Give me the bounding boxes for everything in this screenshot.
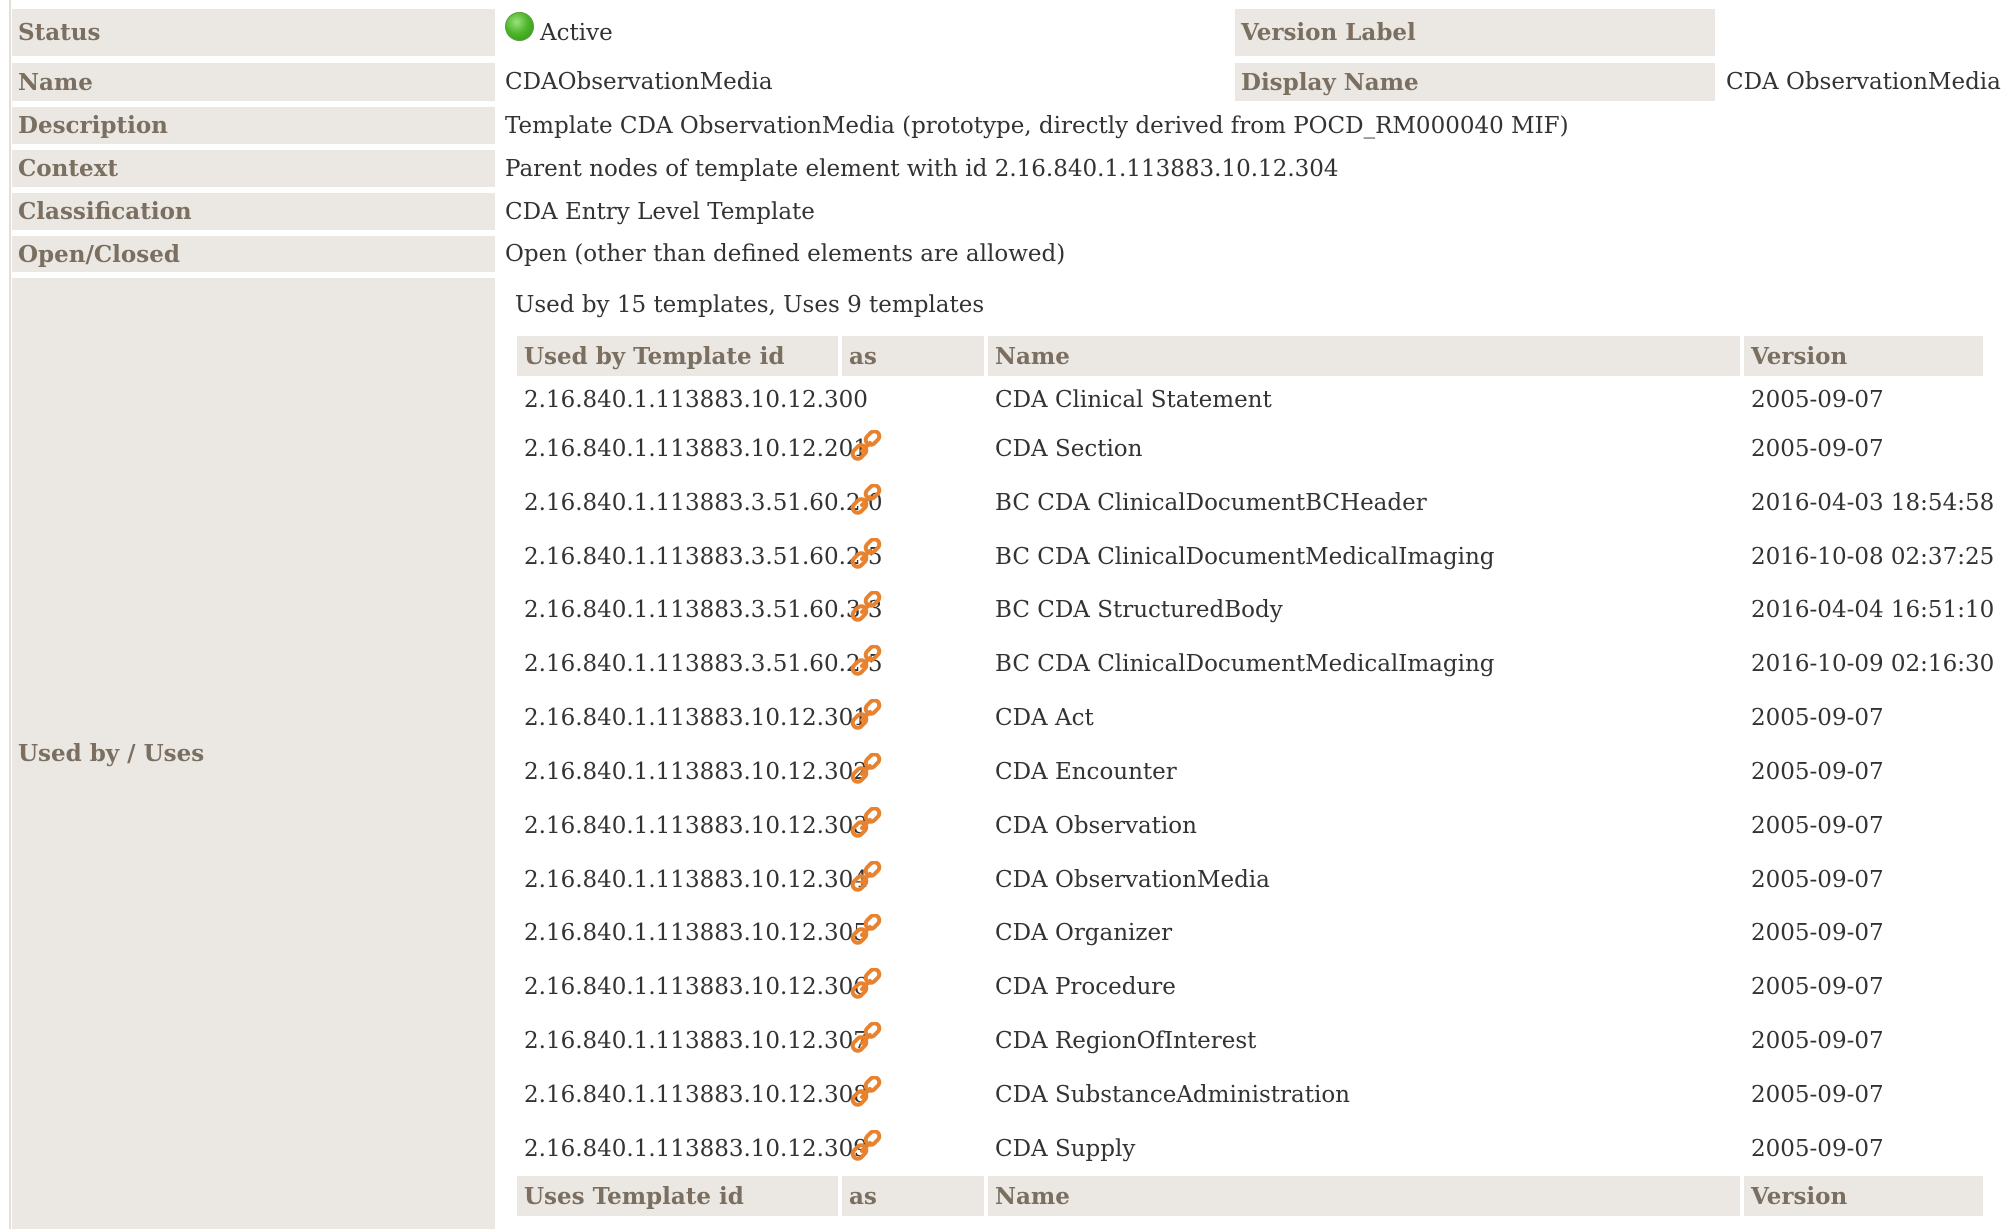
- chain-link-icon[interactable]: [849, 699, 883, 733]
- name-label: Name: [12, 63, 495, 101]
- open-closed-label: Open/Closed: [12, 236, 495, 272]
- template-version-cell: 2016-04-04 16:51:10: [1751, 597, 1995, 623]
- chain-link-icon[interactable]: [849, 914, 883, 948]
- template-name-cell: CDA ObservationMedia: [995, 867, 1270, 893]
- template-id-cell: 2.16.840.1.113883.10.12.302: [524, 759, 868, 785]
- template-version-cell: 2005-09-07: [1751, 974, 1884, 1000]
- template-id-cell: 2.16.840.1.113883.10.12.309: [524, 1136, 868, 1162]
- template-version-cell: 2016-10-09 02:16:30: [1751, 651, 1995, 677]
- template-version-cell: 2005-09-07: [1751, 705, 1884, 731]
- status-label: Status: [12, 9, 495, 56]
- template-version-cell: 2005-09-07: [1751, 387, 1884, 413]
- description-label: Description: [12, 107, 495, 144]
- template-version-cell: 2005-09-07: [1751, 920, 1884, 946]
- template-id-cell: 2.16.840.1.113883.10.12.308: [524, 1082, 868, 1108]
- template-id-cell: 2.16.840.1.113883.10.12.304: [524, 867, 868, 893]
- template-name-cell: CDA Act: [995, 705, 1094, 731]
- display-name-value: CDA ObservationMedia: [1726, 69, 2001, 95]
- version-label-label: Version Label: [1235, 9, 1715, 56]
- template-version-cell: 2005-09-07: [1751, 1028, 1884, 1054]
- status-active-icon: [505, 12, 534, 41]
- template-name-cell: CDA Clinical Statement: [995, 387, 1272, 413]
- status-text: Active: [540, 19, 613, 46]
- template-version-cell: 2005-09-07: [1751, 813, 1884, 839]
- used-by-header-as: as: [842, 336, 984, 376]
- description-value: Template CDA ObservationMedia (prototype…: [505, 112, 1569, 139]
- name-value: CDAObservationMedia: [505, 69, 773, 95]
- template-version-cell: 2016-10-08 02:37:25: [1751, 544, 1995, 570]
- template-id-cell: 2.16.840.1.113883.3.51.60.2.5: [524, 544, 883, 570]
- used-by-header-version: Version: [1744, 336, 1983, 376]
- template-version-cell: 2005-09-07: [1751, 1136, 1884, 1162]
- template-id-cell: 2.16.840.1.113883.10.12.300: [524, 387, 868, 413]
- template-name-cell: CDA Procedure: [995, 974, 1176, 1000]
- context-value: Parent nodes of template element with id…: [505, 155, 1339, 182]
- usage-summary: Used by 15 templates, Uses 9 templates: [515, 292, 985, 318]
- chain-link-icon[interactable]: [849, 861, 883, 895]
- template-name-cell: CDA Encounter: [995, 759, 1177, 785]
- template-version-cell: 2005-09-07: [1751, 759, 1884, 785]
- template-name-cell: BC CDA StructuredBody: [995, 597, 1283, 623]
- template-name-cell: CDA RegionOfInterest: [995, 1028, 1257, 1054]
- display-name-label: Display Name: [1235, 63, 1715, 101]
- chain-link-icon[interactable]: [849, 1130, 883, 1164]
- template-name-cell: CDA SubstanceAdministration: [995, 1082, 1350, 1108]
- uses-header-version: Version: [1744, 1176, 1983, 1216]
- template-name-cell: BC CDA ClinicalDocumentBCHeader: [995, 490, 1427, 516]
- chain-link-icon[interactable]: [849, 1022, 883, 1056]
- chain-link-icon[interactable]: [849, 753, 883, 787]
- template-id-cell: 2.16.840.1.113883.10.12.305: [524, 920, 868, 946]
- classification-label: Classification: [12, 193, 495, 230]
- used-by-uses-label: Used by / Uses: [12, 278, 495, 1229]
- template-name-cell: CDA Observation: [995, 813, 1197, 839]
- left-border: [9, 0, 11, 1229]
- used-by-header-name: Name: [988, 336, 1740, 376]
- template-version-cell: 2005-09-07: [1751, 867, 1884, 893]
- chain-link-icon[interactable]: [849, 968, 883, 1002]
- chain-link-icon[interactable]: [849, 807, 883, 841]
- template-name-cell: CDA Supply: [995, 1136, 1136, 1162]
- template-name-cell: CDA Organizer: [995, 920, 1173, 946]
- template-id-cell: 2.16.840.1.113883.3.51.60.2.5: [524, 651, 883, 677]
- uses-header-template-id: Uses Template id: [517, 1176, 838, 1216]
- chain-link-icon[interactable]: [849, 645, 883, 679]
- template-name-cell: BC CDA ClinicalDocumentMedicalImaging: [995, 544, 1495, 570]
- chain-link-icon[interactable]: [849, 538, 883, 572]
- open-closed-value: Open (other than defined elements are al…: [505, 241, 1066, 267]
- chain-link-icon[interactable]: [849, 430, 883, 464]
- template-id-cell: 2.16.840.1.113883.10.12.307: [524, 1028, 868, 1054]
- used-by-header-template-id: Used by Template id: [517, 336, 838, 376]
- uses-header-name: Name: [988, 1176, 1740, 1216]
- template-version-cell: 2016-04-03 18:54:58: [1751, 490, 1995, 516]
- context-label: Context: [12, 150, 495, 187]
- chain-link-icon[interactable]: [849, 1076, 883, 1110]
- template-name-cell: CDA Section: [995, 436, 1143, 462]
- template-id-cell: 2.16.840.1.113883.10.12.306: [524, 974, 868, 1000]
- classification-value: CDA Entry Level Template: [505, 198, 815, 225]
- template-id-cell: 2.16.840.1.113883.10.12.201: [524, 436, 868, 462]
- template-version-cell: 2005-09-07: [1751, 1082, 1884, 1108]
- status-value: Active: [505, 9, 613, 56]
- uses-header-as: as: [842, 1176, 984, 1216]
- template-id-cell: 2.16.840.1.113883.10.12.303: [524, 813, 868, 839]
- chain-link-icon[interactable]: [849, 591, 883, 625]
- template-id-cell: 2.16.840.1.113883.3.51.60.3.3: [524, 597, 883, 623]
- chain-link-icon[interactable]: [849, 484, 883, 518]
- template-id-cell: 2.16.840.1.113883.10.12.301: [524, 705, 868, 731]
- template-id-cell: 2.16.840.1.113883.3.51.60.2.0: [524, 490, 883, 516]
- template-version-cell: 2005-09-07: [1751, 436, 1884, 462]
- template-name-cell: BC CDA ClinicalDocumentMedicalImaging: [995, 651, 1495, 677]
